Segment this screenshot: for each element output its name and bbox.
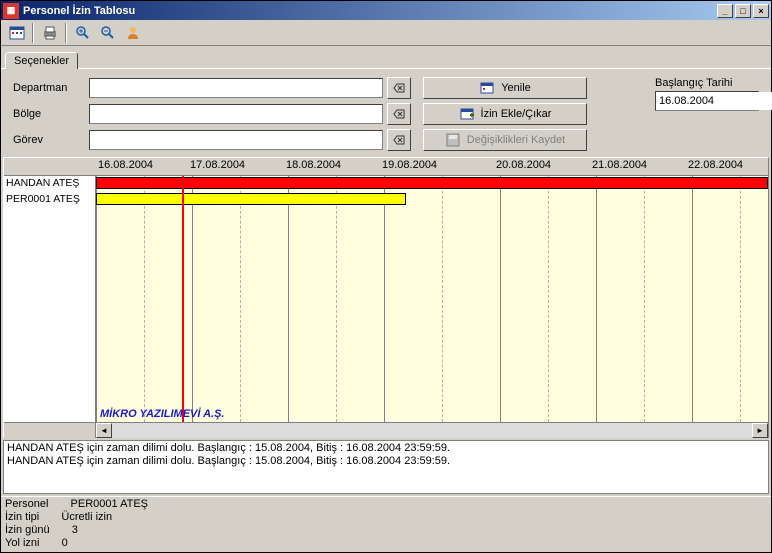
action-buttons: Yenile İzin Ekle/Çıkar Değişiklikleri Ka… xyxy=(423,77,587,151)
gantt-gridline xyxy=(644,176,645,422)
tab-options[interactable]: Seçenekler xyxy=(5,52,78,69)
gantt-lanes[interactable]: MİKRO YAZILIMEVİ A.Ş. xyxy=(96,176,768,422)
date-header: 16.08.2004 xyxy=(98,159,153,171)
tabstrip: Seçenekler xyxy=(1,46,771,68)
status-type-label: İzin tipi xyxy=(5,511,39,524)
watermark: MİKRO YAZILIMEVİ A.Ş. xyxy=(100,408,224,420)
toolbar-separator xyxy=(32,23,34,43)
gantt-row-labels: HANDAN ATEŞ PER0001 ATEŞ xyxy=(4,176,96,422)
filters: Departman Bölge Görev xyxy=(13,77,413,151)
gantt-header: 16.08.2004 17.08.2004 18.08.2004 19.08.2… xyxy=(4,158,768,176)
gantt-gridline xyxy=(144,176,145,422)
gantt-bar-per0001[interactable] xyxy=(96,193,406,205)
gantt-gridline xyxy=(384,176,385,422)
log-line: HANDAN ATEŞ için zaman dilimi dolu. Başl… xyxy=(7,442,765,455)
print-icon[interactable] xyxy=(38,22,61,44)
status-person-label: Personel xyxy=(5,498,48,511)
gantt-gridline xyxy=(692,176,693,422)
gantt-gridline xyxy=(192,176,193,422)
bolge-label: Bölge xyxy=(13,108,85,120)
status-days-value: 3 xyxy=(72,524,78,537)
bolge-clear-button[interactable] xyxy=(387,103,411,125)
message-log[interactable]: HANDAN ATEŞ için zaman dilimi dolu. Başl… xyxy=(3,440,769,494)
status-travel-label: Yol izni xyxy=(5,537,39,550)
gantt-chart: 16.08.2004 17.08.2004 18.08.2004 19.08.2… xyxy=(3,157,769,438)
gantt-gridline xyxy=(740,176,741,422)
options-panel: Departman Bölge Görev Yenile İzin Ekle/Ç… xyxy=(1,68,771,157)
departman-label: Departman xyxy=(13,82,85,94)
app-window: ▦ Personel İzin Tablosu _ □ × Seçenekler xyxy=(0,0,772,553)
start-date-picker[interactable]: ▼ xyxy=(655,91,759,111)
status-travel-value: 0 xyxy=(62,537,68,550)
add-remove-leave-label: İzin Ekle/Çıkar xyxy=(481,108,552,120)
save-changes-button[interactable]: Değişiklikleri Kaydet xyxy=(423,129,587,151)
start-date-label: Başlangıç Tarihi xyxy=(655,77,759,89)
add-remove-leave-button[interactable]: İzin Ekle/Çıkar xyxy=(423,103,587,125)
gantt-gridline xyxy=(596,176,597,422)
date-header: 17.08.2004 xyxy=(190,159,245,171)
window-title: Personel İzin Tablosu xyxy=(23,5,717,17)
start-date-field[interactable] xyxy=(656,92,772,110)
bolge-field[interactable] xyxy=(89,104,383,124)
scroll-right-icon[interactable]: ► xyxy=(752,423,768,438)
app-icon: ▦ xyxy=(3,3,19,19)
gantt-row-label[interactable]: PER0001 ATEŞ xyxy=(4,192,95,208)
status-person-value: PER0001 ATEŞ xyxy=(71,498,148,511)
date-header: 22.08.2004 xyxy=(688,159,743,171)
status-type-value: Ücretli izin xyxy=(61,511,112,524)
gantt-bar-handan[interactable] xyxy=(96,177,768,189)
save-changes-label: Değişiklikleri Kaydet xyxy=(467,134,565,146)
start-date-group: Başlangıç Tarihi ▼ xyxy=(655,77,759,151)
gantt-gridline xyxy=(442,176,443,422)
date-header: 18.08.2004 xyxy=(286,159,341,171)
refresh-icon xyxy=(479,80,495,96)
gantt-current-time-line xyxy=(182,176,184,422)
refresh-button-label: Yenile xyxy=(501,82,531,94)
refresh-button[interactable]: Yenile xyxy=(423,77,587,99)
gorev-clear-button[interactable] xyxy=(387,129,411,151)
gantt-gridline xyxy=(96,176,97,422)
toolbar-separator xyxy=(65,23,67,43)
scroll-track[interactable] xyxy=(112,423,752,438)
gantt-hscrollbar[interactable]: ◄ ► xyxy=(4,422,768,438)
calendar-icon[interactable] xyxy=(5,22,28,44)
zoom-out-icon[interactable] xyxy=(96,22,119,44)
gorev-label: Görev xyxy=(13,134,85,146)
user-icon[interactable] xyxy=(121,22,144,44)
close-button[interactable]: × xyxy=(753,4,769,18)
gantt-body[interactable]: HANDAN ATEŞ PER0001 ATEŞ xyxy=(4,176,768,422)
add-remove-icon xyxy=(459,106,475,122)
minimize-button[interactable]: _ xyxy=(717,4,733,18)
departman-clear-button[interactable] xyxy=(387,77,411,99)
date-header: 21.08.2004 xyxy=(592,159,647,171)
titlebar: ▦ Personel İzin Tablosu _ □ × xyxy=(1,1,771,20)
status-panel: Personel PER0001 ATEŞ İzin tipi Ücretli … xyxy=(1,496,771,552)
gantt-gridline xyxy=(240,176,241,422)
gantt-gridline xyxy=(288,176,289,422)
log-line: HANDAN ATEŞ için zaman dilimi dolu. Başl… xyxy=(7,455,765,468)
save-icon xyxy=(445,132,461,148)
scroll-left-icon[interactable]: ◄ xyxy=(96,423,112,438)
date-header: 20.08.2004 xyxy=(496,159,551,171)
gantt-row-label[interactable]: HANDAN ATEŞ xyxy=(4,176,95,192)
status-days-label: İzin günü xyxy=(5,524,50,537)
toolbar xyxy=(1,20,771,46)
gorev-field[interactable] xyxy=(89,130,383,150)
date-header: 19.08.2004 xyxy=(382,159,437,171)
gantt-gridline xyxy=(500,176,501,422)
departman-field[interactable] xyxy=(89,78,383,98)
gantt-gridline xyxy=(336,176,337,422)
maximize-button[interactable]: □ xyxy=(735,4,751,18)
gantt-gridline xyxy=(548,176,549,422)
zoom-in-icon[interactable] xyxy=(71,22,94,44)
